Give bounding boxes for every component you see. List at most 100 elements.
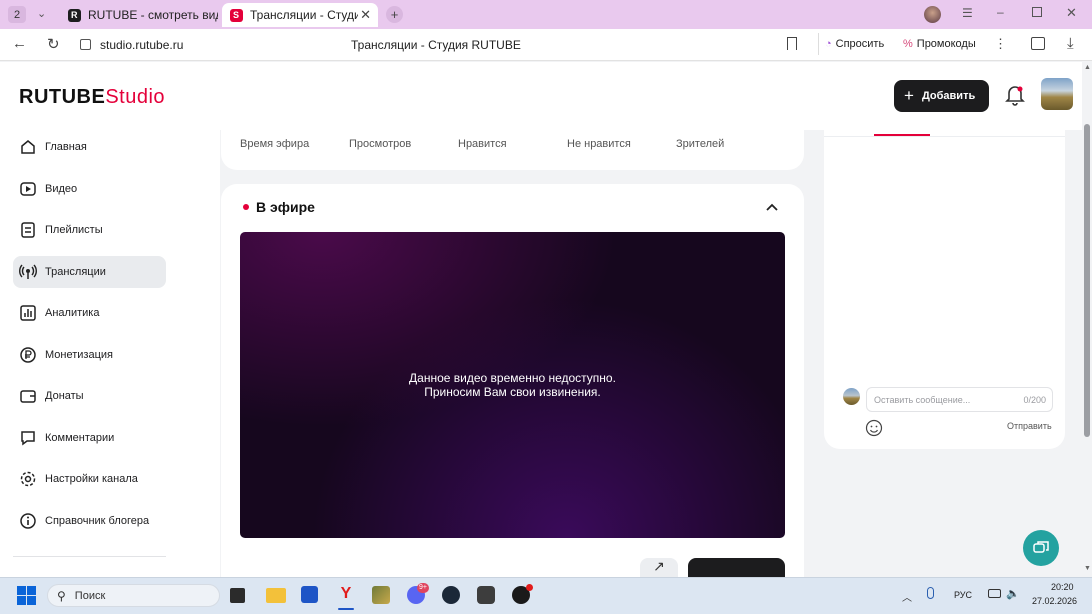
info-icon (20, 513, 36, 529)
ask-label: Спросить (835, 38, 885, 50)
sidebar-item-video[interactable]: Видео (13, 173, 166, 205)
sidebar-item-home[interactable]: Главная (13, 131, 166, 163)
sidebar-item-playlists[interactable]: Плейлисты (13, 214, 166, 246)
search-icon: ⚲ (57, 588, 66, 603)
send-message-button[interactable]: Отправить (1007, 421, 1052, 431)
tab-studio-active[interactable]: S Трансляции - Студия R ✕ (222, 3, 378, 27)
sidebar-item-label: Трансляции (45, 266, 106, 278)
sidebar-item-channel-settings[interactable]: Настройки канала (13, 463, 166, 495)
network-icon[interactable] (988, 589, 1001, 598)
steam-icon[interactable] (442, 586, 460, 604)
collapse-chevron-up-icon[interactable] (765, 200, 779, 219)
menu-icon[interactable]: ☰ (962, 6, 973, 20)
chat-input-placeholder: Оставить сообщение... (874, 395, 971, 405)
chat-message-input[interactable]: Оставить сообщение... 0/200 (866, 387, 1053, 412)
sidebar-item-label: Видео (45, 183, 78, 195)
rutube-studio-favicon-icon: S (230, 8, 243, 22)
rutube-studio-logo[interactable]: RUTUBEStudio (19, 86, 165, 109)
sidebar-item-comments[interactable]: Комментарии (13, 422, 166, 454)
tab-rutube[interactable]: R RUTUBE - смотреть виде (60, 3, 218, 27)
clock-time[interactable]: 20:20 (1051, 582, 1074, 592)
home-icon (21, 140, 35, 154)
stat-label-likes: Нравится (458, 138, 507, 150)
sidebar-item-broadcasts[interactable]: Трансляции (13, 256, 166, 288)
sidebar-item-label: Аналитика (45, 307, 100, 319)
save-button[interactable] (688, 558, 785, 577)
minimize-icon[interactable]: – (997, 5, 1004, 19)
back-arrow-icon[interactable]: ← (12, 35, 27, 52)
live-title: В эфире (256, 199, 315, 215)
restore-icon[interactable] (1032, 7, 1042, 17)
channel-avatar[interactable] (1041, 78, 1073, 110)
percent-icon: % (903, 38, 913, 50)
sidebar-item-analytics[interactable]: Аналитика (13, 297, 166, 329)
support-chat-button[interactable] (1023, 530, 1059, 566)
sidebar-item-label: Плейлисты (45, 224, 103, 236)
share-button[interactable]: ↗ (640, 558, 678, 577)
sidebar: Главная Видео Плейлисты Трансляции Анали… (0, 130, 220, 577)
add-button[interactable]: + Добавить (894, 80, 989, 112)
scrollbar-thumb[interactable] (1084, 124, 1090, 437)
tray-chevron-up-icon[interactable]: ︿ (902, 589, 912, 604)
page-title-text: Трансляции - Студия RUTUBE (351, 38, 521, 52)
site-info-icon[interactable] (80, 39, 91, 50)
sidebar-item-donations[interactable]: Донаты (13, 380, 166, 412)
taskbar-search-box[interactable]: ⚲ Поиск (47, 584, 220, 607)
taskbar-search-placeholder: Поиск (74, 589, 106, 602)
tab-count-button[interactable]: 2 (8, 6, 26, 23)
stat-label-viewers: Зрителей (676, 138, 725, 150)
tab-list-chevron-icon[interactable]: ⌄ (37, 7, 46, 20)
close-tab-icon[interactable]: ✕ (360, 7, 371, 23)
bookmark-icon[interactable] (787, 37, 797, 50)
clock-date[interactable]: 27.02.2026 (1032, 596, 1077, 606)
analytics-icon (20, 305, 36, 321)
chat-panel: Оставить сообщение... 0/200 Отправить (824, 130, 1065, 449)
browser-tab-bar: 2 ⌄ R RUTUBE - смотреть виде S Трансляци… (0, 0, 1092, 29)
active-app-underline (338, 608, 354, 610)
sidebar-item-monetization[interactable]: Монетизация (13, 339, 166, 371)
windows-start-icon[interactable] (17, 586, 36, 605)
app-icon[interactable] (372, 586, 390, 604)
plus-icon: + (904, 86, 914, 105)
page-scrollbar[interactable]: ▲ ▼ (1082, 62, 1092, 577)
stat-label-dislikes: Не нравится (567, 138, 631, 150)
sidebar-item-label: Монетизация (45, 349, 113, 361)
logo-main-text: RUTUBE (19, 86, 106, 108)
promo-button[interactable]: % Промокоды (903, 33, 976, 55)
close-window-icon[interactable]: ✕ (1066, 5, 1077, 21)
more-vertical-icon[interactable]: ⋮ (994, 36, 1007, 52)
url-text[interactable]: studio.rutube.ru (100, 38, 183, 52)
reload-icon[interactable]: ↻ (47, 35, 60, 53)
profile-avatar[interactable] (924, 6, 941, 23)
chat-char-counter: 0/200 (1023, 395, 1046, 405)
collections-icon[interactable] (1031, 37, 1045, 50)
playlist-icon (21, 222, 35, 238)
recording-dot (526, 584, 533, 591)
stat-label-air-time: Время эфира (240, 138, 310, 150)
store-icon[interactable] (301, 586, 318, 603)
notifications-bell-icon[interactable] (1005, 84, 1025, 111)
wallet-icon (20, 390, 36, 403)
video-player[interactable]: Данное видео временно недоступно. Принос… (240, 232, 785, 538)
volume-icon[interactable]: 🔈 (1006, 587, 1020, 600)
sidebar-item-blogger-guide[interactable]: Справочник блогера (13, 505, 166, 537)
task-view-icon[interactable] (230, 588, 245, 603)
ask-button[interactable]: ◔ Спросить (818, 33, 884, 55)
support-chat-icon (1033, 541, 1049, 553)
language-indicator[interactable]: РУС (954, 590, 972, 600)
yandex-browser-icon[interactable]: Y (336, 585, 356, 605)
chat-user-avatar (843, 388, 860, 405)
emoji-icon[interactable] (865, 419, 883, 442)
ask-icon: ◔ (825, 38, 832, 50)
stat-label-views: Просмотров (349, 138, 412, 150)
notification-badge: 9+ (417, 583, 429, 593)
scroll-down-arrow-icon[interactable]: ▼ (1084, 565, 1091, 572)
file-explorer-icon[interactable] (266, 588, 286, 603)
new-tab-button[interactable]: + (386, 6, 403, 23)
app-icon-2[interactable] (477, 586, 495, 604)
microphone-icon[interactable] (927, 587, 934, 599)
sidebar-item-label: Настройки канала (45, 473, 138, 485)
add-label: Добавить (921, 90, 976, 102)
scroll-up-arrow-icon[interactable]: ▲ (1084, 64, 1091, 71)
download-icon[interactable]: ⤓ (1067, 35, 1074, 52)
